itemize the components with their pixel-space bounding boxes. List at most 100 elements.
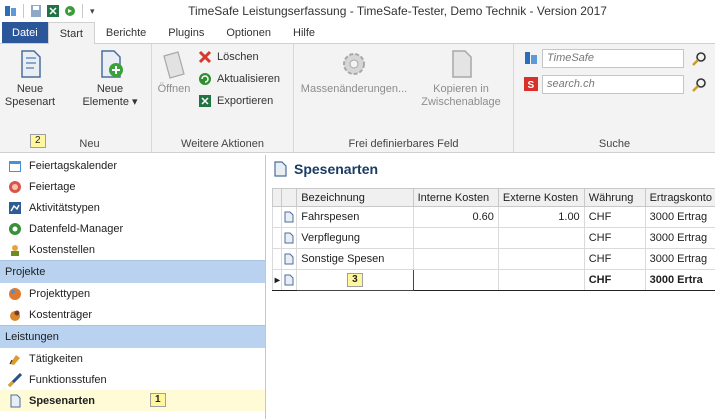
open-label: Öffnen [157,83,191,95]
cell-externe-kosten[interactable] [497,248,585,270]
bulk-changes-button[interactable]: Massenänderungen... [301,48,407,96]
timesafe-search-input[interactable]: TimeSafe [542,48,706,68]
group-label-frei: Frei definierbares Feld [348,138,459,150]
grid-header-row: Bezeichnung Interne Kosten Externe Koste… [271,188,715,207]
nav-item-label: Projekttypen [29,287,91,300]
cell-externe-kosten[interactable]: 1.00 [497,206,585,228]
searchch-search-row: S search.ch [524,74,706,94]
searchch-search-input[interactable]: search.ch [542,74,706,94]
new-document-icon [21,50,41,78]
delete-button[interactable]: Löschen [198,48,259,66]
nav-section-projekte[interactable]: Projekte [0,260,265,283]
row-selector[interactable] [271,227,283,249]
nav-item-feiertage[interactable]: Feiertage [0,176,265,197]
row-icon-cell [281,269,298,291]
cell-ertragskonto[interactable]: 3000 Ertrag [644,227,715,249]
group-neu: Neue Spesenart Neue Elemente ▾ 2 Neu [0,44,152,152]
cost-unit-icon [10,310,20,321]
search-icon[interactable] [691,77,707,93]
ribbon: Neue Spesenart Neue Elemente ▾ 2 Neu Öff… [0,43,715,153]
datafield-icon [9,222,21,235]
tab-hilfe[interactable]: Hilfe [282,22,326,43]
cell-ertragskonto[interactable]: 3000 Ertra [644,269,715,291]
tab-start[interactable]: Start [47,22,95,44]
cell-interne-kosten[interactable]: 0.60 [412,206,499,228]
title-bar: ▾ TimeSafe Leistungserfassung - TimeSafe… [0,0,715,22]
nav-item-taetigkeiten[interactable]: Tätigkeiten [0,348,265,369]
page-title: Spesenarten [272,161,378,177]
calendar-icon [9,160,21,172]
nav-item-label: Tätigkeiten [29,352,83,365]
table-row[interactable]: Fahrspesen 0.60 1.00 CHF 3000 Ertrag [271,206,715,228]
nav-item-datenfeld-manager[interactable]: Datenfeld-Manager [0,218,265,239]
keytip-1: 1 [150,393,166,407]
cell-externe-kosten[interactable] [497,227,585,249]
tab-berichte[interactable]: Berichte [95,22,157,43]
nav-item-spesenarten[interactable]: Spesenarten 1 [0,390,265,411]
nav-item-projekttypen[interactable]: Projekttypen [0,283,265,304]
nav-item-feiertagskalender[interactable]: Feiertagskalender [0,155,265,176]
keytip-3: 3 [347,273,363,287]
row-icon-cell [281,248,298,270]
column-header-waehrung[interactable]: Währung [583,188,646,207]
cell-waehrung[interactable]: CHF [583,269,646,291]
cell-waehrung[interactable]: CHF [583,206,646,228]
search-icon[interactable] [691,51,707,67]
excel-export-icon [199,95,211,107]
cell-ertragskonto[interactable]: 3000 Ertrag [644,248,715,270]
export-button[interactable]: Exportieren [198,92,273,110]
open-button[interactable]: Öffnen [154,48,194,96]
nav-item-kostentraeger[interactable]: Kostenträger [0,304,265,325]
column-header-externe-kosten[interactable]: Externe Kosten [497,188,585,207]
cell-bezeichnung-editing[interactable]: 3 [296,269,414,291]
cell-bezeichnung[interactable]: Fahrspesen [296,206,414,228]
cell-waehrung[interactable]: CHF [583,227,646,249]
new-elements-button[interactable]: Neue Elemente ▾ [76,48,144,109]
expense-icon [284,253,294,265]
cell-interne-kosten[interactable] [412,248,499,270]
column-header-interne-kosten[interactable]: Interne Kosten [412,188,499,207]
column-header-ertragskonto[interactable]: Ertragskonto [644,188,715,207]
cell-interne-kosten[interactable] [412,227,499,249]
cell-externe-kosten[interactable] [497,269,585,291]
cell-waehrung[interactable]: CHF [583,248,646,270]
row-selector-editing[interactable]: ▸ [271,269,283,291]
column-header-bezeichnung[interactable]: Bezeichnung [296,188,414,207]
expense-icon [284,211,294,223]
gear-icon [343,53,365,75]
row-selector[interactable] [271,206,283,228]
tab-plugins[interactable]: Plugins [157,22,215,43]
group-weitere-aktionen: Öffnen Löschen Aktualisieren Exportieren… [152,44,294,152]
cell-interne-kosten[interactable] [412,269,499,291]
table-row[interactable]: Sonstige Spesen CHF 3000 Ertrag [271,248,715,270]
cell-bezeichnung[interactable]: Sonstige Spesen [296,248,414,270]
expense-icon [10,394,21,407]
row-selector[interactable] [271,248,283,270]
nav-item-label: Aktivitätstypen [29,201,100,214]
cell-ertragskonto[interactable]: 3000 Ertrag [644,206,715,228]
cell-bezeichnung[interactable]: Verpflegung [296,227,414,249]
refresh-button[interactable]: Aktualisieren [198,70,280,88]
copy-icon [452,50,472,78]
new-elements-icon [101,50,123,78]
table-row-editing[interactable]: ▸ 3 CHF 3000 Ertra [271,269,715,291]
expense-icon [284,274,294,286]
nav-item-label: Spesenarten [29,394,96,407]
copy-to-clipboard-button[interactable]: Kopieren in Zwischenablage [416,48,506,109]
table-row[interactable]: Verpflegung CHF 3000 Ertrag [271,227,715,249]
nav-item-kostenstellen[interactable]: Kostenstellen [0,239,265,260]
group-label-neu: Neu [79,138,100,150]
expense-icon [284,232,294,244]
nav-item-label: Kostenträger [29,308,92,321]
nav-section-leistungen[interactable]: Leistungen [0,325,265,348]
new-expense-type-label: Neue Spesenart [4,83,56,108]
tab-datei[interactable]: Datei [2,22,48,43]
copy-to-clipboard-label: Kopieren in Zwischenablage [421,83,501,108]
nav-item-label: Funktionsstufen [29,373,107,386]
tab-optionen[interactable]: Optionen [215,22,282,43]
new-expense-type-button[interactable]: Neue Spesenart [2,48,58,109]
svg-text:S: S [528,80,535,91]
timesafe-search-placeholder: TimeSafe [547,51,594,64]
nav-item-aktivitaetstypen[interactable]: Aktivitätstypen [0,197,265,218]
nav-item-funktionsstufen[interactable]: Funktionsstufen [0,369,265,390]
